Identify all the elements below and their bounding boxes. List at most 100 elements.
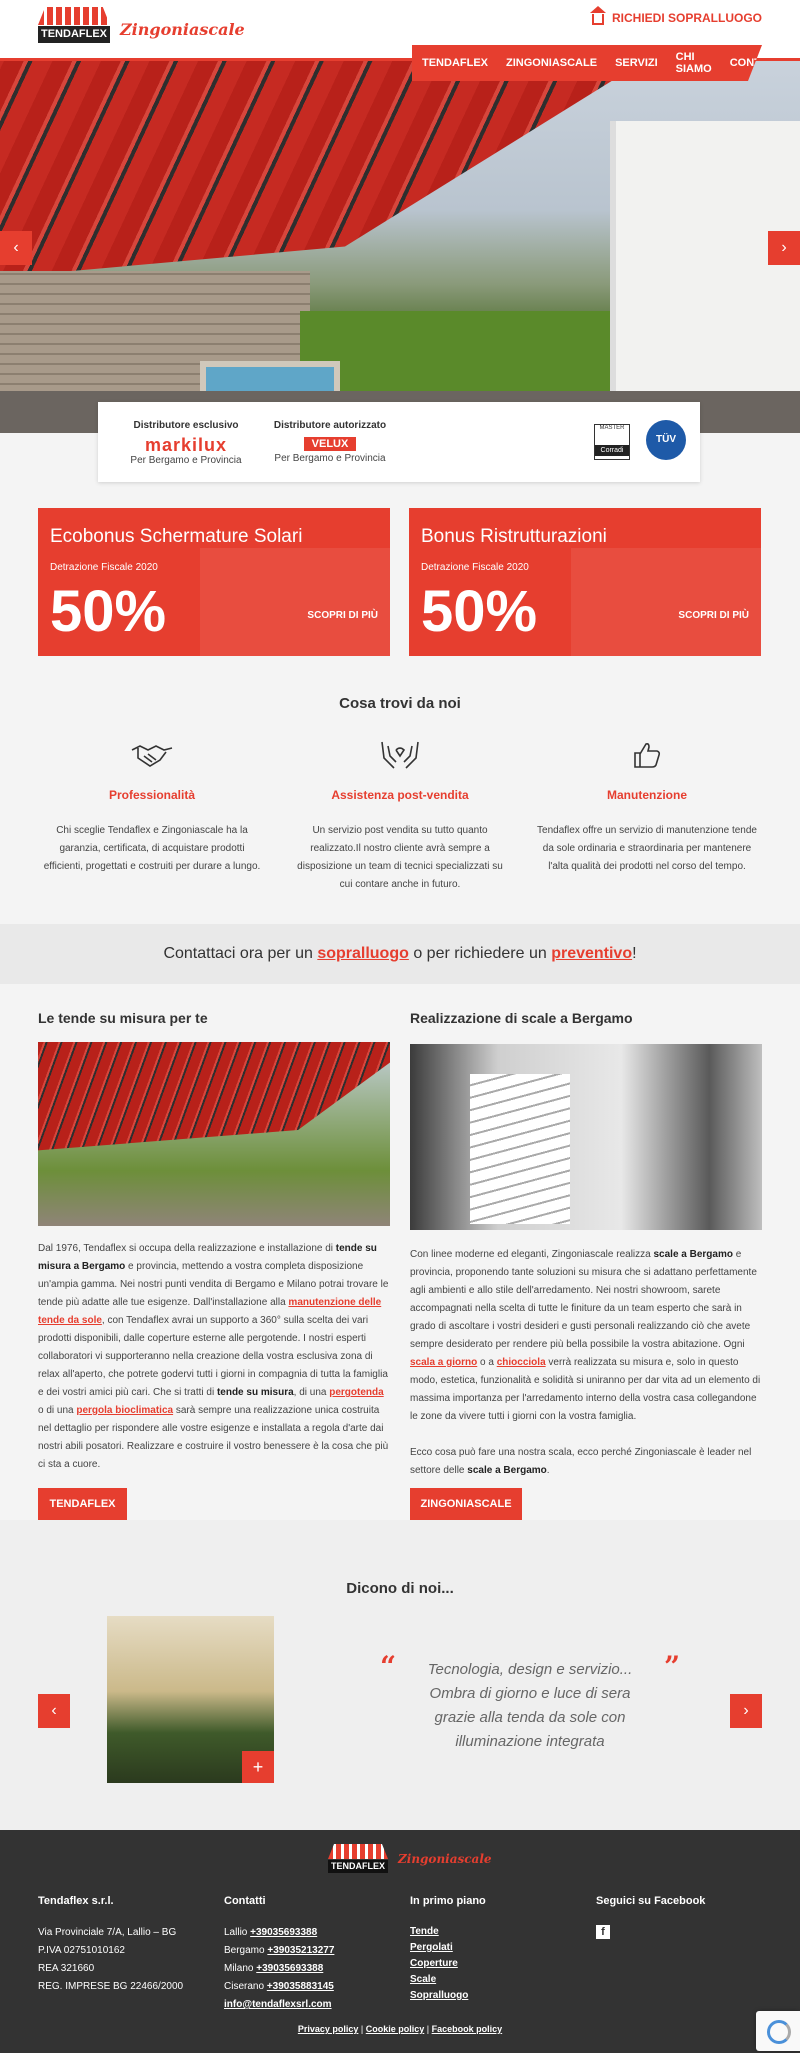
- recaptcha-badge-icon[interactable]: [756, 2011, 800, 2051]
- promo-title: Bonus Ristrutturazioni: [421, 526, 607, 547]
- sopralluogo-link[interactable]: sopralluogo: [317, 945, 409, 962]
- nav-item-zingoniascale[interactable]: ZINGONIASCALE: [506, 57, 597, 69]
- testimonial-next-button[interactable]: ›: [730, 1694, 762, 1728]
- promo-background-image: [200, 548, 390, 656]
- home-icon: [589, 6, 606, 25]
- hero-prev-button[interactable]: ‹: [0, 231, 32, 265]
- cookie-policy-link[interactable]: Cookie policy: [366, 2024, 425, 2034]
- awning-logo-icon: [38, 7, 110, 25]
- footer-link-sopralluogo[interactable]: Sopralluogo: [410, 1988, 486, 2004]
- footer-highlights-title: In primo piano: [410, 1895, 486, 1907]
- bold-text: tende su misura: [216, 1387, 294, 1398]
- facebook-policy-link[interactable]: Facebook policy: [432, 2024, 503, 2034]
- footer-tendaflex-logo[interactable]: TENDAFLEX: [328, 1844, 388, 1874]
- exclusive-area: Per Bergamo e Provincia: [130, 455, 242, 466]
- pergola-bioclimatica-link[interactable]: pergola bioclimatica: [76, 1405, 173, 1416]
- bold-text: scale a Bergamo: [467, 1465, 547, 1476]
- contact-strip-text: Contattaci ora per un: [163, 945, 318, 962]
- footer-zingoniascale-logo[interactable]: Zingoniascale: [398, 1852, 492, 1866]
- phone-link[interactable]: +39035883145: [267, 1981, 334, 1992]
- footer-link-scale[interactable]: Scale: [410, 1972, 486, 1988]
- phone-link[interactable]: +39035693388: [256, 1963, 323, 1974]
- testimonials-section: Dicono di noi... ‹ + “ Tecnologia, desig…: [0, 1520, 800, 1830]
- contact-city: Bergamo: [224, 1945, 268, 1956]
- feature-title: Professionalità: [108, 788, 196, 802]
- request-inspection-label: RICHIEDI SOPRALLUOGO: [611, 10, 762, 25]
- zingoniascale-button[interactable]: ZINGONIASCALE: [410, 1488, 522, 1520]
- text-span: .: [546, 1465, 550, 1476]
- page: TENDAFLEX Zingoniascale RICHIEDI SOPRALL…: [0, 0, 800, 2053]
- exclusive-label: Distributore esclusivo: [133, 420, 239, 431]
- feature-professionalita: Professionalità Chi sceglie Tendaflex e …: [42, 740, 262, 876]
- request-inspection-link[interactable]: RICHIEDI SOPRALLUOGO: [589, 6, 762, 25]
- footer-link-pergolati[interactable]: Pergolati: [410, 1940, 486, 1956]
- preventivo-link[interactable]: preventivo: [551, 945, 632, 962]
- exclusive-distributor[interactable]: Distributore esclusivo markilux Per Berg…: [126, 420, 246, 466]
- contact-strip: Contattaci ora per un sopralluogo o per …: [0, 924, 800, 984]
- feature-text: Chi sceglie Tendaflex e Zingoniascale ha…: [43, 825, 261, 872]
- promo-bonus-ristrutturazioni[interactable]: Bonus Ristrutturazioni Detrazione Fiscal…: [409, 508, 761, 656]
- testimonials-title: Dicono di noi...: [346, 1580, 454, 1597]
- hero-house: [610, 121, 800, 433]
- feature-manutenzione: Manutenzione Tendaflex offre un servizio…: [537, 740, 757, 876]
- privacy-policy-link[interactable]: Privacy policy: [298, 2024, 359, 2034]
- master-badge-bottom: Corradi: [595, 445, 629, 456]
- text-span: Con linee moderne ed eleganti, Zingonias…: [410, 1249, 654, 1260]
- nav-item-chi-siamo[interactable]: CHI SIAMO: [676, 51, 712, 75]
- zingoniascale-logo[interactable]: Zingoniascale: [120, 20, 245, 39]
- separator: |: [424, 2024, 432, 2034]
- text-span: o a: [477, 1357, 497, 1368]
- footer-contacts-title: Contatti: [224, 1895, 266, 1907]
- pergotenda-link[interactable]: pergotenda: [329, 1387, 383, 1398]
- phone-link[interactable]: +39035213277: [267, 1945, 334, 1956]
- contact-city: Ciserano: [224, 1981, 267, 1992]
- main-nav: TENDAFLEX ZINGONIASCALE SERVIZI CHI SIAM…: [412, 45, 762, 81]
- scala-a-giorno-link[interactable]: scala a giorno: [410, 1357, 477, 1368]
- tendaflex-logo[interactable]: TENDAFLEX: [38, 7, 110, 43]
- scale-image: [410, 1044, 762, 1230]
- testimonial-image: +: [107, 1616, 274, 1783]
- caring-hands-icon: [290, 740, 510, 774]
- hero-next-button[interactable]: ›: [768, 231, 800, 265]
- promo-cta[interactable]: SCOPRI DI PIÙ: [678, 610, 749, 621]
- promo-cta[interactable]: SCOPRI DI PIÙ: [307, 610, 378, 621]
- footer-link-coperture[interactable]: Coperture: [410, 1956, 486, 1972]
- chiocciola-link[interactable]: chiocciola: [497, 1357, 546, 1368]
- awning-logo-icon: [328, 1844, 388, 1859]
- nav-item-tendaflex[interactable]: TENDAFLEX: [422, 57, 488, 69]
- tende-section-title: Le tende su misura per te: [38, 1010, 208, 1026]
- promo-percent: 50%: [421, 579, 538, 644]
- text-span: , con Tendaflex avrai un supporto a 360°…: [38, 1315, 388, 1398]
- facebook-icon[interactable]: f: [596, 1925, 610, 1939]
- velux-logo: VELUX: [303, 437, 357, 451]
- feature-title: Assistenza post-vendita: [331, 788, 469, 802]
- authorized-area: Per Bergamo e Provincia: [274, 453, 386, 464]
- contact-row: Milano +39035693388: [224, 1960, 334, 1978]
- authorized-distributor[interactable]: Distributore autorizzato VELUX Per Berga…: [270, 420, 390, 464]
- contact-row: Lallio +39035693388: [224, 1924, 334, 1942]
- text-span: Dal 1976, Tendaflex si occupa della real…: [38, 1243, 336, 1254]
- master-badge-top: MASTER: [599, 425, 625, 431]
- contact-row: Ciserano +39035883145: [224, 1978, 334, 1996]
- tuv-badge: TÜV: [646, 420, 686, 460]
- promo-title: Ecobonus Schermature Solari: [50, 526, 303, 547]
- promo-percent: 50%: [50, 579, 167, 644]
- email-link[interactable]: info@tendaflexsrl.com: [224, 1996, 334, 2014]
- logo-word: TENDAFLEX: [38, 26, 110, 43]
- nav-item-servizi[interactable]: SERVIZI: [615, 57, 658, 69]
- tendaflex-button[interactable]: TENDAFLEX: [38, 1488, 127, 1520]
- promo-ecobonus[interactable]: Ecobonus Schermature Solari Detrazione F…: [38, 508, 390, 656]
- testimonial-prev-button[interactable]: ‹: [38, 1694, 70, 1728]
- authorized-label: Distributore autorizzato: [273, 420, 387, 431]
- scale-section-title: Realizzazione di scale a Bergamo: [410, 1010, 633, 1026]
- expand-plus-icon[interactable]: +: [242, 1751, 274, 1783]
- footer-link-tende[interactable]: Tende: [410, 1924, 486, 1940]
- footer-company-title: Tendaflex s.r.l.: [38, 1895, 114, 1907]
- distributor-bar: Distributore esclusivo markilux Per Berg…: [98, 402, 700, 482]
- promo-subtitle: Detrazione Fiscale 2020: [421, 562, 529, 573]
- feature-assistenza: Assistenza post-vendita Un servizio post…: [290, 740, 510, 894]
- contact-city: Lallio: [224, 1927, 251, 1938]
- text-span: Ecco cosa può fare una nostra scala, ecc…: [410, 1447, 752, 1476]
- footer-facebook: Seguici su Facebook f: [596, 1892, 705, 1942]
- phone-link[interactable]: +39035693388: [250, 1927, 317, 1938]
